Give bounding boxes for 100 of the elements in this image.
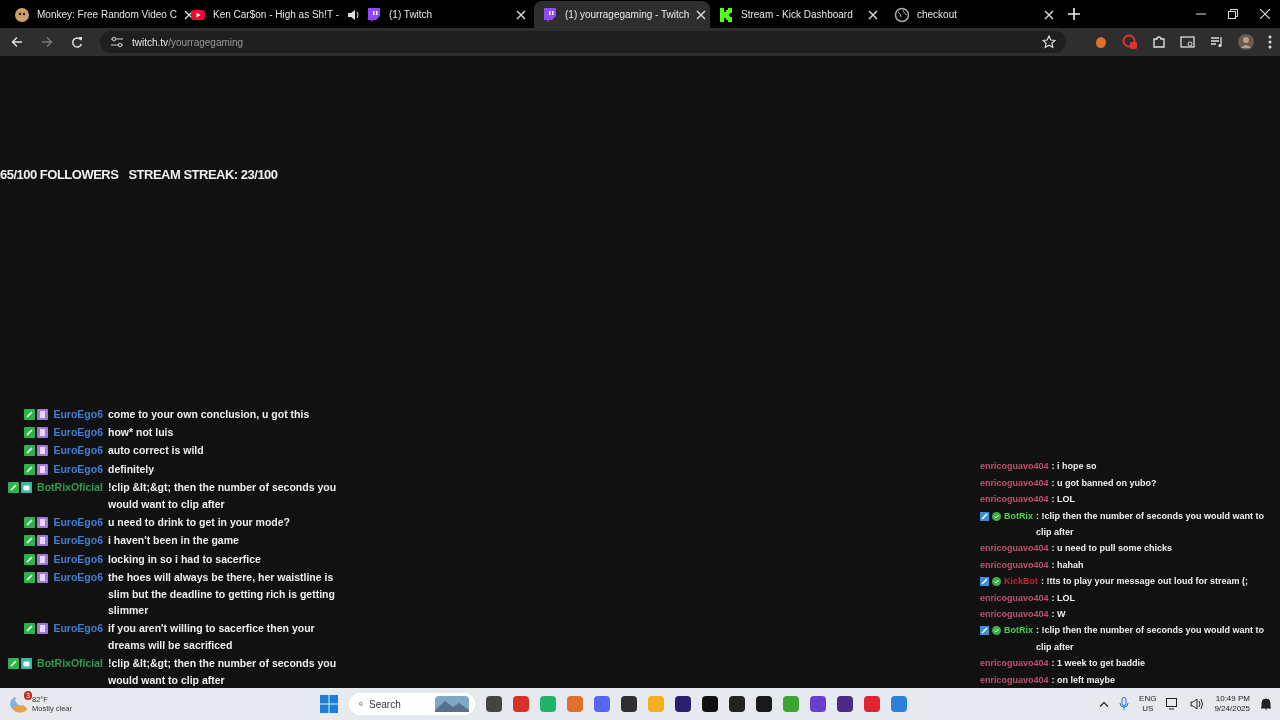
subscriber-badge-icon [37,572,49,584]
subscriber-badge-icon [37,535,49,547]
chat-message: : !tts to play your message out loud for stream (; [1041,575,1250,589]
checkmark-badge-icon [24,445,36,457]
avatar-icon[interactable] [1238,34,1254,50]
microphone-icon[interactable] [1119,697,1130,711]
subscriber-badge-icon [37,463,49,475]
moderator-badge-icon [980,577,989,587]
chevron-up-icon[interactable] [1099,701,1110,707]
username: BotRix [1004,624,1033,638]
back-arrow-icon[interactable] [11,36,23,48]
browser-tab[interactable]: (1) yourragegaming - Twitch [534,1,710,28]
browser-tab[interactable]: Monkey: Free Random Video C [6,1,182,28]
close-icon[interactable] [516,9,526,20]
monkey-face-icon [14,6,30,23]
browser-tab[interactable]: Stream - Kick Dashboard [710,1,886,28]
close-icon[interactable] [696,9,707,20]
app-icon[interactable] [621,696,638,712]
chat-message: : u got banned on yubo? [1051,476,1158,490]
checkmark-badge-icon [24,426,36,438]
chat-message: i haven't been in the game [108,533,240,549]
close-icon[interactable] [868,9,878,20]
subscriber-badge-icon [37,553,49,565]
clock[interactable]: 10:49 PM 9/24/2025 [1214,694,1250,714]
chat-message: : LOL [1051,493,1077,507]
chat-message: : hahah [1051,558,1085,572]
username: EuroEgo6 [53,424,103,440]
chat-message: if you aren't willing to sacerfice then your dreams will be sacrificed [108,621,316,653]
windows-logo-icon[interactable] [320,695,339,713]
checkmark-badge-icon [8,482,20,494]
reload-icon[interactable] [71,36,83,48]
browser-tab[interactable]: (1) Twitch [358,1,534,28]
tab-title: checkout [917,9,959,20]
address-bar[interactable]: twitch.tv/yourragegaming [100,31,1066,53]
search-field[interactable]: Search [369,698,430,710]
username: EuroEgo6 [53,461,103,477]
language-indicator[interactable]: ENG US [1139,694,1157,714]
robot-badge-icon [21,482,33,494]
close-icon[interactable] [1044,9,1054,20]
chat-message: : 1 week to get baddie [1051,657,1147,671]
moon-cloud-icon[interactable] [8,695,28,713]
close-icon[interactable] [1260,9,1270,19]
forward-arrow-icon [41,36,53,48]
app-icon[interactable] [729,696,746,712]
close-icon[interactable] [183,9,194,20]
username: KickBot [1004,575,1038,589]
tab-title: Ken Car$on - High as Sh!T - [213,9,339,20]
sliders-icon[interactable] [110,36,124,48]
puzzle-piece-icon[interactable] [1152,35,1166,49]
app-icon[interactable] [837,696,854,712]
username: enricoguavo404 [980,476,1049,490]
checkmark-badge-icon [24,535,36,547]
checkmark-badge-icon [8,658,20,670]
moderator-badge-icon [980,626,989,636]
username: EuroEgo6 [53,621,103,637]
speaker-icon[interactable] [346,7,360,22]
tab-title: (1) Twitch [389,9,434,20]
robot-badge-icon [21,658,33,670]
username: EuroEgo6 [53,551,103,567]
subscriber-badge-icon [37,623,49,635]
restore-icon[interactable] [1228,9,1238,19]
username: BotRixOficial [37,480,103,496]
chat-message: u need to drink to get in your mode? [108,514,291,530]
browser-tab[interactable]: Ken Car$on - High as Sh!T - [182,1,358,28]
chat-message: how* not luis [108,424,175,440]
search-bar[interactable]: Search [349,693,476,715]
chat-message: : on left maybe [1051,673,1117,687]
moderator-badge-icon [980,511,989,521]
music-list-icon[interactable] [1210,35,1224,49]
tab-title: Stream - Kick Dashboard [741,9,854,20]
username: EuroEgo6 [53,570,103,586]
more-vertical-icon[interactable] [1268,35,1272,49]
username: enricoguavo404 [980,460,1049,474]
letter-k-icon [718,6,734,23]
username: enricoguavo404 [980,558,1049,572]
tab-search-icon[interactable] [1180,35,1196,49]
username: BotRixOficial [37,656,103,672]
app-icon[interactable] [675,696,692,712]
browser-tab[interactable]: checkout [886,1,1062,28]
chat-message: locking in so i had to sacerfice [108,551,262,567]
app-icon[interactable] [486,696,503,712]
subscriber-badge-icon [37,516,49,528]
star-icon[interactable] [1042,35,1056,49]
verified-badge-icon [992,626,1001,636]
username: enricoguavo404 [980,591,1049,605]
app-icon[interactable] [702,696,719,712]
subscriber-badge-icon [37,408,49,420]
chat-message: : LOL [1051,591,1077,605]
speaker-icon[interactable] [1190,698,1205,710]
bell-icon[interactable] [1260,697,1272,711]
checkmark-badge-icon [24,463,36,475]
username: BotRix [1004,509,1033,523]
chat-message: : !clip then the number of seconds you would want to clip after [1036,624,1265,654]
app-icon[interactable] [756,696,773,712]
chat-message: : i hope so [1051,460,1098,474]
goal-text: 65/100 FOLLOWERS [0,167,119,184]
plus-icon[interactable] [1068,8,1080,20]
username: enricoguavo404 [980,657,1049,671]
checkmark-badge-icon [24,408,36,420]
speech-bubble-icon [542,6,558,23]
